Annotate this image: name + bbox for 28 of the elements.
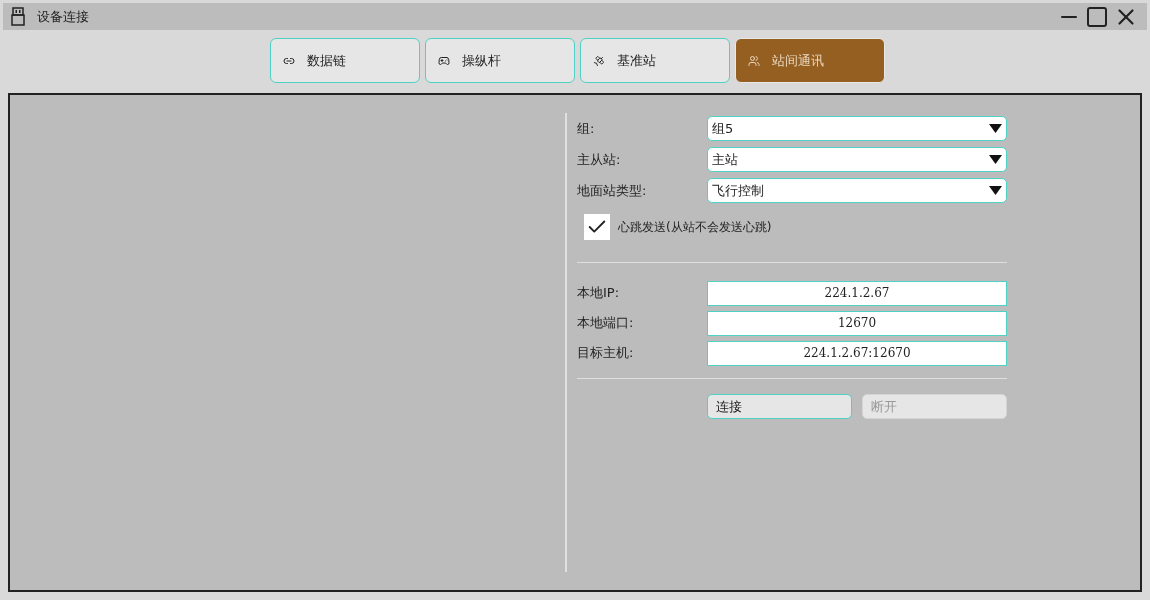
tab[interactable]: 站间通讯: [735, 38, 885, 83]
input-field[interactable]: 224.1.2.67:12670: [707, 340, 1007, 366]
tab[interactable]: 操纵杆: [425, 38, 575, 83]
field-label: 本地IP:: [577, 284, 621, 303]
dropdown[interactable]: 组5: [707, 116, 1007, 141]
field-label: 地面站类型:: [577, 181, 648, 200]
dropdown-arrow-icon: [989, 155, 1002, 164]
field-label: 目标主机:: [577, 344, 635, 363]
checkbox[interactable]: [584, 214, 610, 240]
dropdown-arrow-icon: [989, 186, 1002, 195]
input-field[interactable]: 224.1.2.67: [707, 280, 1007, 306]
input-field[interactable]: 12670: [707, 310, 1007, 336]
satellite-icon: [593, 54, 605, 67]
maximize-icon[interactable]: [1085, 4, 1109, 29]
gamepad-icon: [438, 54, 450, 67]
checkbox-label: 心跳发送(从站不会发送心跳): [618, 219, 772, 236]
usb-drive-icon: [11, 6, 25, 27]
dropdown[interactable]: 飞行控制: [707, 178, 1007, 203]
window-title: 设备连接: [37, 7, 89, 26]
tab[interactable]: 基准站: [580, 38, 730, 83]
dropdown-arrow-icon: [989, 124, 1002, 133]
people-icon: [748, 54, 760, 67]
field-label: 组:: [577, 119, 596, 138]
tab[interactable]: 数据链: [270, 38, 420, 83]
button[interactable]: 连接: [707, 394, 852, 419]
field-label: 本地端口:: [577, 314, 635, 333]
field-label: 主从站:: [577, 150, 622, 169]
dropdown[interactable]: 主站: [707, 147, 1007, 172]
